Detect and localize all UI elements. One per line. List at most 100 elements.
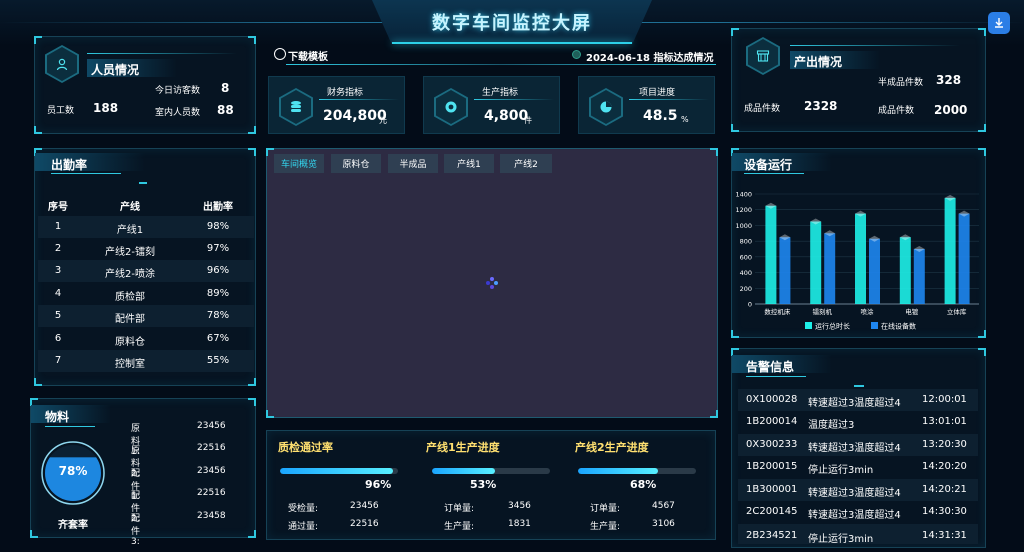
output-panel: 产出情况 半成品件数 328 成品件数 2328 成品件数 2000	[731, 28, 986, 132]
alarm-title: 告警信息	[746, 360, 795, 374]
progress-title: 产线1生产进度	[426, 441, 500, 454]
table-row: 3 产线2-喷涂 96%	[38, 260, 254, 282]
cell-rate: 89%	[206, 288, 230, 299]
bar	[765, 205, 777, 304]
kpi-label: 财务指标	[327, 88, 364, 98]
tab-semi-finished[interactable]: 半成品	[388, 154, 438, 173]
cell-rate: 55%	[206, 355, 230, 366]
list-item[interactable]: 2B234521 停止运行3min 14:31:31	[738, 524, 978, 544]
header-rate: 出勤率	[203, 202, 233, 213]
kpi-card-finance: 财务指标 204,800 元	[268, 76, 405, 134]
progress-label: 生产量:	[444, 522, 475, 532]
page-title: 数字车间监控大屏	[432, 13, 592, 34]
alarm-code: 0X300233	[746, 439, 798, 450]
cell-rate: 78%	[206, 310, 230, 321]
header-line: 产线	[120, 202, 140, 213]
kpi-label: 项目进度	[639, 88, 676, 98]
progress-percent: 53%	[470, 478, 497, 491]
download-template-icon[interactable]	[274, 48, 286, 60]
progress-value: 3456	[508, 501, 531, 511]
bar	[810, 221, 822, 304]
y-tick-label: 1200	[735, 206, 752, 214]
kpi-value: 48.5	[643, 108, 678, 124]
tab-line-1[interactable]: 产线1	[444, 154, 494, 173]
download-button[interactable]	[988, 12, 1010, 34]
progress-value: 4567	[652, 501, 675, 511]
progress-bar	[578, 468, 696, 474]
list-item[interactable]: 0X100028 转速超过3温度超过4 12:00:01	[738, 389, 978, 411]
cell-line: 质检部	[115, 292, 145, 303]
cell-index: 1	[54, 221, 62, 232]
visitors-value: 8	[221, 81, 230, 95]
bar	[855, 213, 866, 304]
store-icon	[746, 37, 780, 75]
x-tick-label: 立体库	[947, 307, 967, 316]
progress-bar	[280, 468, 398, 474]
kpi-value: 204,800	[323, 108, 387, 124]
alarm-time: 14:30:30	[922, 506, 967, 517]
attendance-title: 出勤率	[51, 158, 88, 172]
list-item[interactable]: 1B300001 转速超过3温度超过4 14:20:21	[738, 479, 978, 501]
progress-fill	[578, 468, 659, 474]
equipment-bar-chart: 0 200 400 600 800 1000 1200 1400 数控机床 镭刻机 喷涂 电镀 立体库运…	[735, 191, 979, 331]
kpi-unit: %	[681, 115, 689, 124]
materials-title: 物料	[45, 410, 70, 424]
progress-fill	[432, 468, 495, 474]
alarm-time: 14:20:20	[922, 461, 967, 472]
kpi-card-production: 生产指标 4,800 件	[423, 76, 560, 134]
table-row: 5 配件部 78%	[38, 305, 254, 327]
progress-bar	[432, 468, 550, 474]
cell-rate: 98%	[206, 221, 230, 232]
bar	[944, 197, 956, 304]
list-item[interactable]: 0X300233 转速超过3温度超过4 13:20:30	[738, 434, 978, 456]
download-template-link[interactable]: 下载模板	[288, 48, 328, 63]
staff-value: 188	[93, 101, 119, 115]
tab-workshop-overview[interactable]: 车间概览	[274, 154, 324, 173]
table-row: 7 控制室 55%	[38, 350, 254, 372]
title-plate-glow	[392, 42, 632, 44]
alarm-code: 1B200014	[746, 416, 798, 427]
legend-swatch	[871, 322, 878, 329]
y-tick-label: 1000	[735, 222, 752, 230]
progress-value: 3106	[652, 519, 675, 529]
toolbar-divider	[286, 64, 716, 65]
cell-line: 产线2-镭刻	[105, 247, 155, 258]
staff-label: 员工数	[47, 106, 75, 116]
alarm-code: 1B300001	[746, 484, 798, 495]
progress-value: 22516	[350, 519, 379, 529]
progress-percent: 96%	[365, 478, 392, 491]
cell-line: 产线2-喷涂	[105, 269, 155, 280]
progress-title: 产线2生产进度	[575, 441, 649, 454]
kpi-value: 4,800	[484, 108, 529, 124]
semi-finished-value: 328	[936, 73, 962, 87]
list-item[interactable]: 1B200015 停止运行3min 14:20:20	[738, 456, 978, 478]
y-tick-label: 1400	[735, 191, 752, 199]
kpi-card-project: 项目进度 48.5 %	[578, 76, 715, 134]
list-item[interactable]: 2C200145 转速超过3温度超过4 14:30:30	[738, 501, 978, 523]
tab-raw-warehouse[interactable]: 原料仓	[331, 154, 381, 173]
list-item[interactable]: 1B200014 温度超过3 13:01:01	[738, 411, 978, 433]
progress-value: 23456	[350, 501, 379, 511]
personnel-title: 人员情况	[91, 63, 140, 77]
semi-finished-label: 半成品件数	[878, 78, 924, 88]
bar	[824, 233, 836, 304]
status-dot-icon	[572, 50, 581, 59]
alarm-message: 转速超过3温度超过4	[808, 510, 901, 521]
gauge-value: 78%	[58, 464, 88, 478]
tab-line-2[interactable]: 产线2	[500, 154, 552, 173]
alarm-message: 转速超过3温度超过4	[808, 398, 901, 409]
alarm-time: 14:31:31	[922, 530, 967, 541]
legend-swatch	[805, 322, 812, 329]
progress-percent: 68%	[630, 478, 657, 491]
user-icon	[45, 45, 79, 83]
legend-label: 在线设备数	[881, 322, 916, 331]
progress-label: 通过量:	[288, 522, 319, 532]
cell-rate: 67%	[206, 333, 230, 344]
alarm-code: 0X100028	[746, 394, 798, 405]
table-row: 4 质检部 89%	[38, 283, 254, 305]
indoor-value: 88	[217, 103, 234, 117]
x-tick-label: 镭刻机	[812, 307, 832, 316]
alarm-message: 停止运行3min	[808, 465, 874, 476]
alarm-time: 13:20:30	[922, 439, 967, 450]
finished2-value: 2000	[934, 103, 968, 117]
